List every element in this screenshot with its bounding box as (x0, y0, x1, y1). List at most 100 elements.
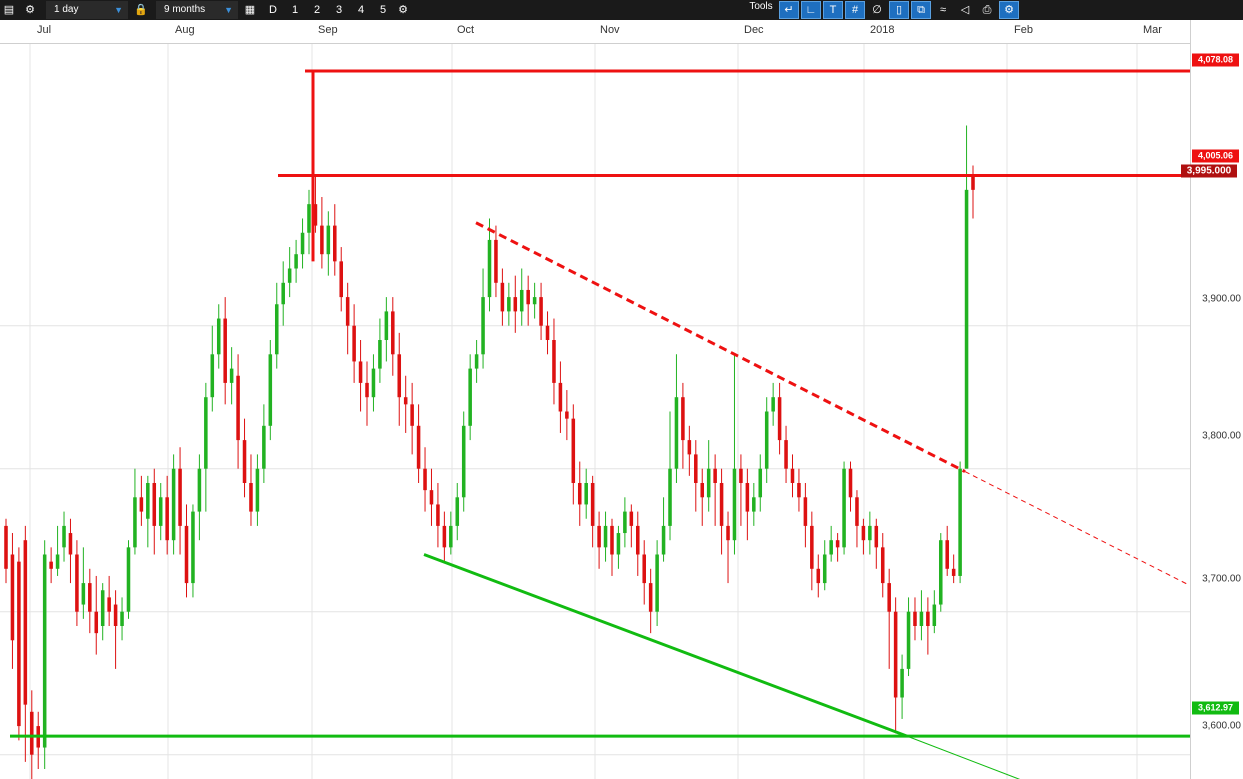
candle-body (320, 225, 324, 255)
candle-body (42, 554, 47, 748)
candle-body (713, 468, 717, 483)
candle-body (49, 561, 53, 569)
candle-body (719, 482, 724, 526)
price-tick-label: 3,600.00 (1202, 720, 1241, 732)
candle-body (429, 490, 434, 505)
candle-body (906, 611, 911, 669)
candle-body (681, 397, 685, 441)
last-price-badge: 3,995.000 (1181, 164, 1237, 178)
candle-body (178, 468, 182, 526)
candle-body (171, 468, 176, 541)
candle-body (758, 468, 763, 498)
candle-body (958, 468, 962, 576)
candle-body (938, 540, 943, 605)
candle-body (926, 611, 930, 626)
candle-body (571, 418, 576, 483)
resistance-high-badge: 4,078.08 (1192, 53, 1239, 67)
candle-body (887, 583, 891, 612)
candle-body (932, 604, 937, 626)
candle-body (75, 554, 79, 612)
candle-body (848, 468, 853, 498)
candle-body (307, 204, 311, 233)
candle-body (771, 397, 775, 412)
candle-body (107, 597, 111, 612)
candles (4, 125, 975, 779)
candle-body (584, 482, 588, 505)
candle-body (391, 311, 395, 355)
candle-body (281, 282, 285, 305)
candle-body (100, 590, 105, 626)
price-axis: 3,900.00 3,800.00 3,700.00 3,600.00 (1190, 20, 1243, 779)
candle-body (971, 175, 975, 190)
candle-body (526, 289, 530, 305)
candle-body (610, 525, 614, 555)
candle-body (397, 354, 402, 398)
candle-body (597, 525, 601, 548)
candle-body (507, 297, 511, 312)
candle-body (487, 239, 492, 298)
candle-body (900, 668, 904, 698)
candle-body (371, 368, 376, 398)
candle-body (919, 611, 924, 626)
candle-body (184, 525, 189, 584)
candle-body (139, 497, 144, 512)
candle-body (822, 554, 827, 584)
candle-body (300, 232, 305, 255)
candle-body (94, 611, 99, 634)
candle-body (855, 497, 859, 526)
candle-body (378, 340, 382, 369)
downtrend-line-dashed (475, 221, 966, 473)
candle-body (945, 540, 949, 569)
candle-body (274, 304, 279, 355)
candle-body (861, 525, 866, 541)
candle-body (500, 282, 505, 312)
price-tick-label: 3,700.00 (1202, 573, 1241, 585)
candle-body (81, 583, 86, 605)
candle-body (655, 554, 659, 612)
candle-body (694, 454, 698, 483)
candle-body (784, 440, 788, 469)
candle-body (352, 325, 356, 362)
candle-body (810, 525, 814, 569)
candle-body (242, 440, 247, 483)
candle-body (700, 482, 705, 498)
candle-body (333, 225, 337, 262)
grid (0, 44, 1190, 779)
candle-body (513, 297, 518, 312)
candle-body (436, 504, 440, 526)
candle-body (68, 533, 73, 555)
candle-body (964, 189, 969, 469)
candle-body (262, 425, 266, 469)
candle-body (449, 525, 453, 548)
candle-body (816, 568, 821, 584)
candle-body (249, 482, 253, 512)
candle-body (474, 354, 479, 369)
candle-body (30, 711, 34, 755)
candle-body (545, 325, 550, 341)
candle-body (880, 547, 885, 584)
candle-body (345, 297, 350, 326)
candle-body (152, 482, 157, 526)
candle-body (642, 554, 646, 584)
candle-body (913, 611, 917, 626)
candle-body (951, 568, 956, 576)
candle-body (120, 611, 124, 626)
candle-body (745, 482, 750, 512)
candle-body (590, 482, 595, 526)
candle-body (126, 547, 131, 612)
candle-body (210, 354, 215, 398)
candle-body (416, 425, 421, 469)
candle-body (229, 368, 234, 383)
candle-body (158, 497, 163, 526)
candle-body (146, 482, 150, 519)
candle-body (62, 525, 66, 548)
candle-body (268, 354, 273, 426)
candle-body (461, 425, 466, 498)
lower-trend-line-extension (906, 735, 1021, 779)
price-chart[interactable] (0, 0, 1190, 779)
candle-body (532, 297, 537, 305)
candle-body (365, 382, 369, 398)
candle-body (552, 340, 556, 383)
candle-body (777, 397, 782, 441)
candle-body (519, 289, 524, 312)
